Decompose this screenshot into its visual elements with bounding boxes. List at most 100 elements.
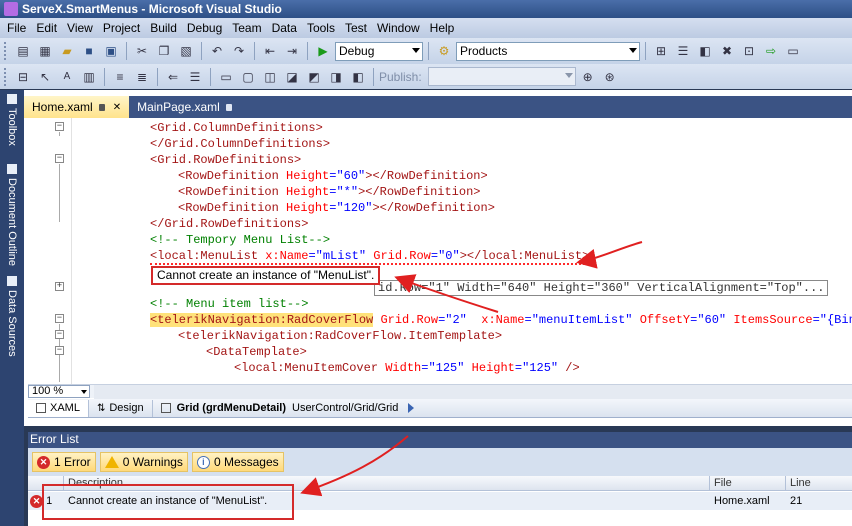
copy-icon[interactable]: ❐ — [154, 41, 174, 61]
column-header-label: Line — [790, 477, 811, 489]
code-token: <local:MenuItemCover — [234, 361, 386, 375]
start-page-icon[interactable]: ⇨ — [761, 41, 781, 61]
menu-build[interactable]: Build — [145, 21, 182, 35]
comment-icon[interactable]: ▭ — [216, 67, 236, 87]
error-list-title: Error List — [30, 432, 79, 446]
solution-configuration-select[interactable]: Debug — [335, 41, 423, 61]
error-file: Home.xaml — [710, 492, 786, 510]
code-token: </Grid.ColumnDefinitions> — [150, 137, 331, 151]
navigate-forward-icon[interactable]: ⇥ — [282, 41, 302, 61]
tab-xaml[interactable]: XAML — [28, 399, 89, 417]
tab-home-xaml[interactable]: Home.xaml ✕ — [24, 96, 130, 118]
horizontal-scrollbar[interactable] — [94, 384, 852, 399]
toolbar-separator — [201, 42, 202, 60]
menu-debug[interactable]: Debug — [182, 21, 227, 35]
publish-profile-select[interactable] — [427, 67, 576, 86]
columns-icon[interactable]: ▥ — [79, 67, 99, 87]
redo-icon[interactable]: ↷ — [229, 41, 249, 61]
xaml-code-editor[interactable]: − − + − − − <Grid.ColumnDefinitions> </G… — [28, 118, 852, 384]
document-outline-tab[interactable]: Document Outline — [2, 164, 22, 266]
code-line: <RowDefinition Height="60"></RowDefiniti… — [178, 169, 488, 183]
font-icon[interactable]: A — [57, 67, 77, 87]
data-sources-tab[interactable]: Data Sources — [2, 276, 22, 357]
errors-filter-button[interactable]: ✕ 1 Error — [32, 452, 96, 472]
cut-icon[interactable]: ✂ — [132, 41, 152, 61]
new-project-icon[interactable]: ▤ — [13, 41, 33, 61]
menu-edit[interactable]: Edit — [31, 21, 62, 35]
extension-manager-icon[interactable]: ⊡ — [739, 41, 759, 61]
warnings-filter-button[interactable]: 0 Warnings — [99, 452, 188, 472]
collapse-icon[interactable]: − — [55, 314, 64, 323]
align-center-icon[interactable]: ≣ — [132, 67, 152, 87]
toolbox-tab[interactable]: Toolbox — [2, 94, 22, 146]
clear-bookmarks-icon[interactable]: ◨ — [326, 67, 346, 87]
menu-test[interactable]: Test — [340, 21, 372, 35]
toolbox-tab-label: Toolbox — [6, 108, 18, 146]
tab-label: MainPage.xaml — [137, 99, 220, 114]
bookmark-folder-icon[interactable]: ◧ — [348, 67, 368, 87]
toolbar-grip[interactable] — [4, 42, 8, 60]
menu-window[interactable]: Window — [372, 21, 425, 35]
align-left-icon[interactable]: ≡ — [110, 67, 130, 87]
column-header-file[interactable]: File — [710, 476, 786, 491]
menu-team[interactable]: Team — [227, 21, 266, 35]
tab-design[interactable]: ⇅ Design — [89, 399, 153, 417]
next-bookmark-icon[interactable]: ◩ — [304, 67, 324, 87]
publish-icon[interactable]: ⊕ — [578, 67, 598, 87]
menu-tools[interactable]: Tools — [302, 21, 340, 35]
publish-web-icon[interactable]: ⊛ — [600, 67, 620, 87]
toolbox-icon[interactable]: ✖ — [717, 41, 737, 61]
menu-file[interactable]: File — [2, 21, 31, 35]
outdent-icon[interactable]: ⇐ — [163, 67, 183, 87]
add-item-icon[interactable]: ▦ — [35, 41, 55, 61]
format-icon[interactable]: ⊟ — [13, 67, 33, 87]
find-combo-value: Products — [460, 44, 508, 58]
code-token: "mList" — [315, 249, 367, 263]
menu-data[interactable]: Data — [267, 21, 302, 35]
code-comment: <!-- Tempory Menu List--> — [150, 233, 331, 247]
indent-icon[interactable]: ☰ — [185, 67, 205, 87]
object-browser-icon[interactable]: ◧ — [695, 41, 715, 61]
previous-bookmark-icon[interactable]: ◪ — [282, 67, 302, 87]
collapse-icon[interactable]: − — [55, 330, 64, 339]
save-icon[interactable]: ■ — [79, 41, 99, 61]
bookmark-icon[interactable]: ◫ — [260, 67, 280, 87]
code-token: "2" — [445, 313, 467, 327]
code-token: "60" — [336, 169, 366, 183]
find-in-files-icon[interactable]: ⚙ — [434, 41, 454, 61]
start-debugging-icon[interactable]: ▶ — [313, 41, 333, 61]
code-token: <RowDefinition — [178, 169, 287, 183]
select-icon[interactable]: ↖ — [35, 67, 55, 87]
code-token: ></RowDefinition> — [372, 201, 495, 215]
menu-help[interactable]: Help — [425, 21, 460, 35]
messages-filter-button[interactable]: i 0 Messages — [191, 452, 284, 472]
command-window-icon[interactable]: ▭ — [783, 41, 803, 61]
navigate-backward-icon[interactable]: ⇤ — [260, 41, 280, 61]
paste-icon[interactable]: ▧ — [176, 41, 196, 61]
uncomment-icon[interactable]: ▢ — [238, 67, 258, 87]
standard-toolbar: ▤ ▦ ▰ ■ ▣ ✂ ❐ ▧ ↶ ↷ ⇤ ⇥ ▶ Debug ⚙ Produc… — [0, 38, 852, 64]
properties-icon[interactable]: ☰ — [673, 41, 693, 61]
collapse-icon[interactable]: − — [55, 122, 64, 131]
expand-icon[interactable]: + — [55, 282, 64, 291]
column-header-line[interactable]: Line — [786, 476, 852, 491]
breadcrumb-path[interactable]: UserControl/Grid/Grid — [292, 402, 398, 414]
collapse-icon[interactable]: − — [55, 346, 64, 355]
toolbar-grip[interactable] — [4, 67, 8, 86]
menu-project[interactable]: Project — [98, 21, 145, 35]
zoom-select[interactable]: 100 % — [28, 385, 90, 398]
collapse-icon[interactable]: − — [55, 154, 64, 163]
designer-split-bar: XAML ⇅ Design Grid (grdMenuDetail) UserC… — [28, 399, 852, 418]
document-outline-tab-label: Document Outline — [6, 178, 18, 267]
menu-view[interactable]: View — [62, 21, 98, 35]
save-all-icon[interactable]: ▣ — [101, 41, 121, 61]
breadcrumb-arrow-icon[interactable] — [408, 403, 415, 413]
find-combo[interactable]: Products — [456, 41, 640, 61]
undo-icon[interactable]: ↶ — [207, 41, 227, 61]
solution-explorer-icon[interactable]: ⊞ — [651, 41, 671, 61]
open-folder-icon[interactable]: ▰ — [57, 41, 77, 61]
lock-icon — [98, 103, 105, 111]
close-icon[interactable]: ✕ — [113, 97, 121, 118]
tab-mainpage-xaml[interactable]: MainPage.xaml — [129, 96, 240, 118]
breadcrumb-current[interactable]: Grid (grdMenuDetail) — [177, 402, 286, 414]
